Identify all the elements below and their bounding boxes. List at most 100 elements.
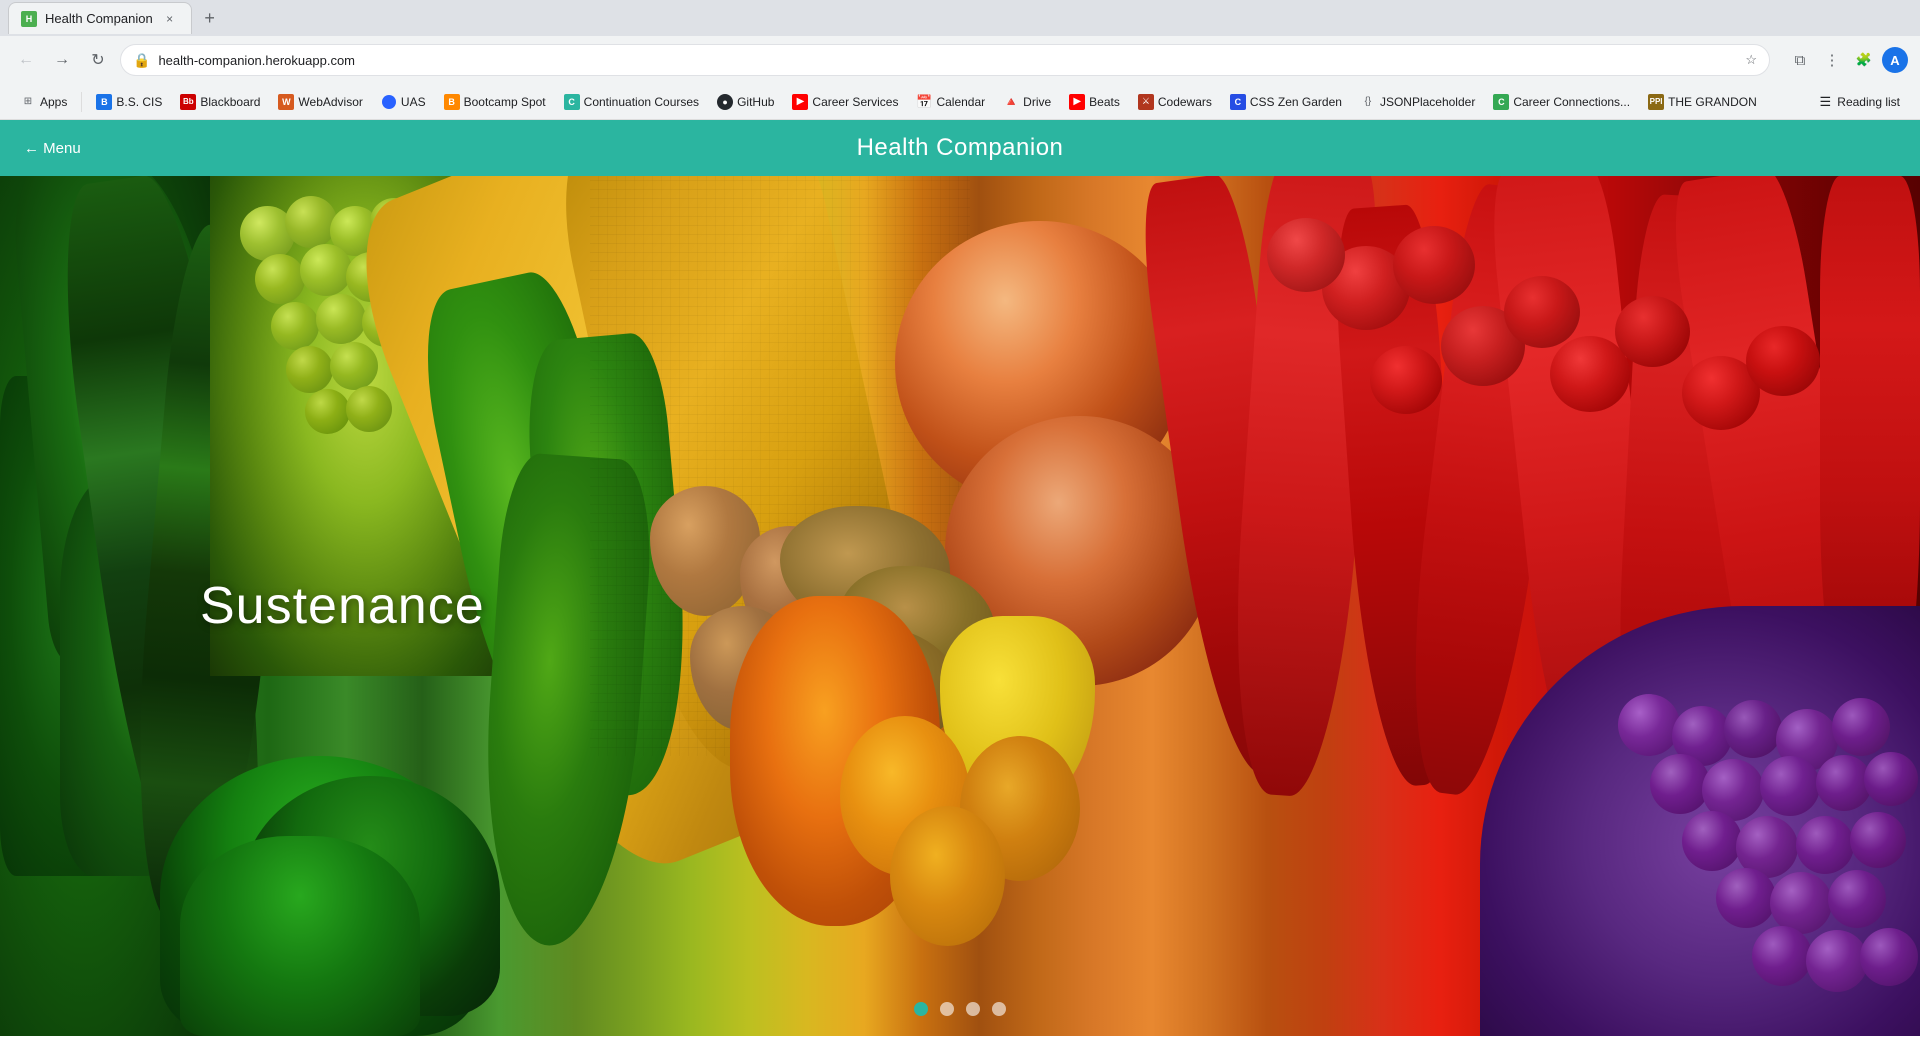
pg8 [1760, 756, 1820, 816]
grandon-icon: PPl [1648, 94, 1664, 110]
carousel-dot-2[interactable] [940, 1002, 954, 1016]
bookmark-blackboard-label: Blackboard [200, 95, 260, 109]
extensions-button[interactable]: ⧉ [1786, 46, 1814, 74]
json-icon: {} [1360, 94, 1376, 110]
bookmark-codewars[interactable]: ⚔ Codewars [1130, 90, 1220, 114]
bookmark-bootcamp[interactable]: B Bootcamp Spot [436, 90, 554, 114]
hero-text: Sustenance [200, 576, 485, 636]
pg15 [1716, 868, 1776, 928]
bookmark-grandon[interactable]: PPl THE GRANDON [1640, 90, 1765, 114]
blackboard-icon: Bb [180, 94, 196, 110]
career-conn-icon: C [1493, 94, 1509, 110]
bookmark-bs-cis-label: B.S. CIS [116, 95, 162, 109]
bookmark-reading-list[interactable]: ☰ Reading list [1809, 90, 1908, 114]
round-fruit1 [890, 806, 1005, 946]
bookmark-career-conn[interactable]: C Career Connections... [1485, 90, 1638, 114]
grape9 [271, 302, 319, 350]
bookmarks-bar: ⊞ Apps B B.S. CIS Bb Blackboard W WebAdv… [0, 84, 1920, 120]
pg1 [1618, 694, 1680, 756]
calendar-icon: 📅 [916, 94, 932, 110]
pg18 [1752, 926, 1812, 986]
bookmark-blackboard[interactable]: Bb Blackboard [172, 90, 268, 114]
bookmark-webadvisor[interactable]: W WebAdvisor [270, 90, 370, 114]
reading-list-icon: ☰ [1817, 94, 1833, 110]
menu-button[interactable]: ← Menu [24, 140, 81, 157]
bookmark-json[interactable]: {} JSONPlaceholder [1352, 90, 1483, 114]
browser-controls: ← → ↻ 🔒 health-companion.herokuapp.com ☆… [0, 36, 1920, 84]
address-text: health-companion.herokuapp.com [158, 53, 1737, 68]
grape15 [346, 386, 392, 432]
bookmark-github[interactable]: ● GitHub [709, 90, 782, 114]
pg14 [1850, 812, 1906, 868]
pg19 [1806, 930, 1868, 992]
bookmark-apps[interactable]: ⊞ Apps [12, 90, 75, 114]
apps-grid-icon: ⊞ [20, 94, 36, 110]
career-icon: ▶ [792, 94, 808, 110]
new-tab-button[interactable]: + [196, 4, 224, 32]
bookmark-json-label: JSONPlaceholder [1380, 95, 1475, 109]
bookmark-career[interactable]: ▶ Career Services [784, 90, 906, 114]
github-icon: ● [717, 94, 733, 110]
grape6 [300, 244, 352, 296]
back-button[interactable]: ← [12, 46, 40, 74]
bookmark-grandon-label: THE GRANDON [1668, 95, 1757, 109]
pg10 [1864, 752, 1918, 806]
hero-section: Sustenance [0, 176, 1920, 1036]
bookmark-webadvisor-label: WebAdvisor [298, 95, 362, 109]
uas-icon [382, 95, 396, 109]
pg13 [1796, 816, 1854, 874]
pg20 [1860, 928, 1918, 986]
bookmark-career-label: Career Services [812, 95, 898, 109]
bookmark-beats-label: Beats [1089, 95, 1120, 109]
tab-bar: H Health Companion × + [0, 0, 1920, 36]
broccoli3 [180, 836, 420, 1036]
grape5 [255, 254, 305, 304]
bootcamp-icon: B [444, 94, 460, 110]
bookmark-apps-label: Apps [40, 95, 67, 109]
pg5 [1832, 698, 1890, 756]
grape2 [285, 196, 337, 248]
tomato5 [1370, 346, 1442, 414]
reload-button[interactable]: ↻ [84, 46, 112, 74]
bookmark-bs-cis[interactable]: B B.S. CIS [88, 90, 170, 114]
menu-button-label: ← Menu [24, 140, 81, 157]
bookmark-beats[interactable]: ▶ Beats [1061, 90, 1128, 114]
bookmark-css-zen[interactable]: C CSS Zen Garden [1222, 90, 1350, 114]
continuation-icon: C [564, 94, 580, 110]
bookmark-career-conn-label: Career Connections... [1513, 95, 1630, 109]
extensions-puzzle-button[interactable]: 🧩 [1850, 46, 1878, 74]
bookmark-continuation-label: Continuation Courses [584, 95, 699, 109]
bookmark-continuation[interactable]: C Continuation Courses [556, 90, 707, 114]
bookmark-drive-label: Drive [1023, 95, 1051, 109]
tab-close-button[interactable]: × [161, 10, 179, 28]
browser-actions: ⧉ ⋮ 🧩 A [1786, 46, 1908, 74]
drive-icon: 🔺 [1003, 94, 1019, 110]
browser-chrome: H Health Companion × + ← → ↻ 🔒 health-co… [0, 0, 1920, 120]
forward-button[interactable]: → [48, 46, 76, 74]
carousel-dot-3[interactable] [966, 1002, 980, 1016]
carousel-dot-1[interactable] [914, 1002, 928, 1016]
bookmark-codewars-label: Codewars [1158, 95, 1212, 109]
profile-button[interactable]: A [1882, 47, 1908, 73]
app-header: ← Menu Health Companion [0, 120, 1920, 176]
bookmark-drive[interactable]: 🔺 Drive [995, 90, 1059, 114]
carousel-dots [914, 1002, 1006, 1016]
app-title: Health Companion [857, 134, 1064, 162]
bookmark-uas-label: UAS [401, 95, 426, 109]
bookmark-star-icon[interactable]: ☆ [1745, 52, 1757, 68]
bookmark-uas[interactable]: UAS [373, 90, 434, 114]
bookmark-css-zen-label: CSS Zen Garden [1250, 95, 1342, 109]
tomato10 [1746, 326, 1820, 396]
bookmark-calendar[interactable]: 📅 Calendar [908, 90, 993, 114]
pg3 [1724, 700, 1782, 758]
css-zen-icon: C [1230, 94, 1246, 110]
address-bar[interactable]: 🔒 health-companion.herokuapp.com ☆ [120, 44, 1770, 76]
grape13 [330, 342, 378, 390]
webadvisor-icon: W [278, 94, 294, 110]
carousel-dot-4[interactable] [992, 1002, 1006, 1016]
pg16 [1770, 872, 1832, 934]
pg6 [1650, 754, 1710, 814]
beats-icon: ▶ [1069, 94, 1085, 110]
active-tab[interactable]: H Health Companion × [8, 2, 192, 34]
chrome-menu-button[interactable]: ⋮ [1818, 46, 1846, 74]
